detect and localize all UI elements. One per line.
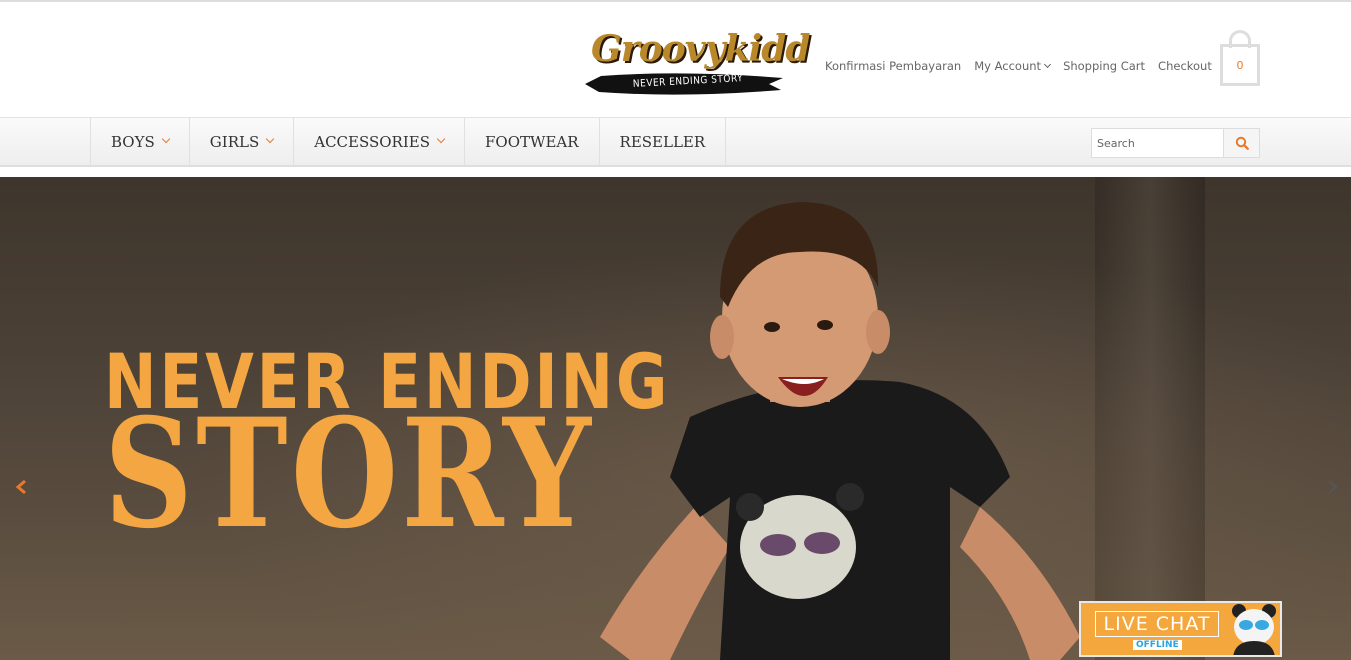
nav-item-label: ACCESSORIES	[314, 133, 431, 151]
cart-button[interactable]: 0	[1220, 30, 1260, 86]
shopping-cart-link[interactable]: Shopping Cart	[1063, 59, 1145, 73]
panda-mascot-icon	[1232, 604, 1276, 655]
nav-item-girls[interactable]: GIRLS	[190, 118, 295, 166]
chevron-down-icon	[1044, 60, 1052, 69]
brand-logo[interactable]: Groovykidd NEVER ENDING STORY	[583, 28, 811, 100]
chevron-down-icon	[436, 134, 446, 144]
main-navbar: BOYS GIRLS ACCESSORIES FOOTWEAR RESELLER	[0, 117, 1351, 167]
chevron-down-icon	[161, 134, 171, 144]
nav-item-reseller[interactable]: RESELLER	[600, 118, 727, 166]
nav-item-label: BOYS	[111, 133, 155, 151]
search-button[interactable]	[1223, 128, 1260, 158]
top-links: Konfirmasi Pembayaran My Account Shoppin…	[825, 59, 1212, 73]
checkout-link[interactable]: Checkout	[1158, 59, 1212, 73]
search-icon	[1235, 136, 1249, 150]
nav-item-label: RESELLER	[619, 133, 706, 151]
search-input[interactable]	[1091, 128, 1223, 158]
nav-item-boys[interactable]: BOYS	[91, 118, 190, 166]
brand-name: Groovykidd	[591, 28, 811, 70]
my-account-label: My Account	[974, 59, 1042, 73]
hero-title-line2: STORY	[104, 386, 595, 562]
nav-item-label: GIRLS	[209, 133, 260, 151]
chevron-left-icon[interactable]	[12, 477, 32, 497]
nav-item-label: FOOTWEAR	[485, 133, 579, 151]
cart-bag-body: 0	[1220, 44, 1260, 86]
live-chat-status: OFFLINE	[1133, 640, 1182, 650]
cart-count: 0	[1236, 58, 1244, 72]
site-header: Groovykidd NEVER ENDING STORY Konfirmasi…	[0, 0, 1351, 117]
nav-item-footwear[interactable]: FOOTWEAR	[465, 118, 600, 166]
hero-slider: NEVER ENDING STORY LIVE CHAT OFFLINE	[0, 177, 1351, 660]
live-chat-label-box: LIVE CHAT	[1095, 611, 1219, 637]
confirm-payment-link[interactable]: Konfirmasi Pembayaran	[825, 59, 961, 73]
chevron-right-icon[interactable]	[1322, 477, 1342, 497]
live-chat-widget[interactable]: LIVE CHAT OFFLINE	[1079, 601, 1282, 657]
nav-item-accessories[interactable]: ACCESSORIES	[294, 118, 466, 166]
my-account-menu[interactable]: My Account	[974, 59, 1052, 73]
live-chat-label: LIVE CHAT	[1103, 613, 1211, 635]
chevron-down-icon	[265, 134, 275, 144]
nav-menu: BOYS GIRLS ACCESSORIES FOOTWEAR RESELLER	[90, 118, 727, 166]
search-form	[1091, 128, 1260, 158]
